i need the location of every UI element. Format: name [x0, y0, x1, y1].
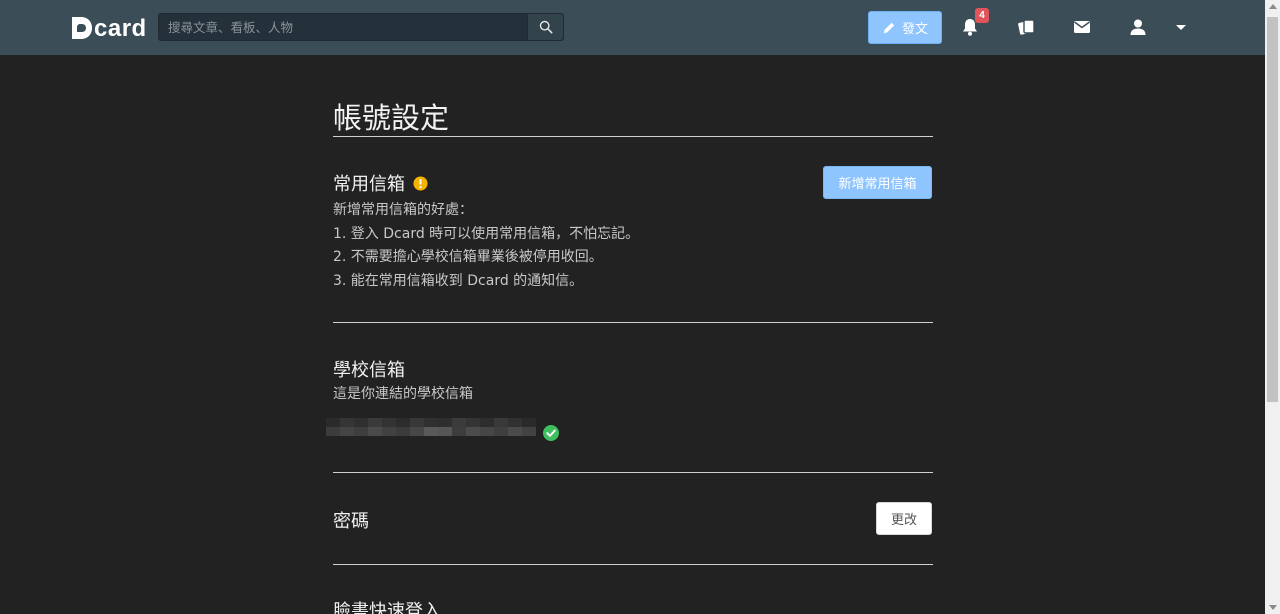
page-title: 帳號設定	[333, 101, 450, 135]
password-section-title: 密碼	[333, 507, 369, 533]
dcard-logo-mark	[70, 15, 94, 41]
title-divider	[333, 136, 933, 137]
pencil-icon	[883, 22, 895, 33]
facebook-login-section-title: 臉書快速登入	[333, 597, 441, 614]
caret-down-icon	[1176, 25, 1186, 30]
scroll-up-arrow-icon[interactable]	[1269, 4, 1277, 9]
school-email-title: 學校信箱	[333, 360, 405, 381]
section-divider	[333, 472, 933, 473]
warning-icon	[413, 175, 428, 191]
common-email-benefits: 新增常用信箱的好處： 1. 登入 Dcard 時可以使用常用信箱，不怕忘記。 2…	[333, 199, 639, 293]
common-email-section-title: 常用信箱	[333, 170, 428, 196]
messages-button[interactable]	[1071, 16, 1093, 38]
profile-button[interactable]	[1127, 16, 1149, 38]
search-icon	[539, 20, 552, 34]
page-scrollbar[interactable]	[1265, 0, 1280, 614]
search-button[interactable]	[527, 14, 563, 40]
benefit-item: 2. 不需要擔心學校信箱畢業後被停用收回。	[333, 249, 603, 265]
search-input[interactable]	[159, 14, 527, 40]
dcard-logo[interactable]: card	[70, 13, 147, 41]
common-email-title: 常用信箱	[333, 174, 405, 195]
add-common-email-button[interactable]: 新增常用信箱	[823, 166, 932, 199]
cards-icon	[1018, 19, 1035, 35]
school-email-description: 這是你連結的學校信箱	[333, 386, 473, 402]
change-password-button[interactable]: 更改	[876, 502, 932, 535]
notification-badge: 4	[975, 8, 989, 23]
verified-check-icon	[543, 425, 559, 441]
benefit-item: 1. 登入 Dcard 時可以使用常用信箱，不怕忘記。	[333, 225, 640, 242]
mail-icon	[1074, 21, 1090, 33]
password-title: 密碼	[333, 511, 369, 532]
cards-button[interactable]	[1015, 16, 1037, 38]
scroll-down-arrow-icon[interactable]	[1269, 605, 1277, 610]
section-divider	[333, 322, 933, 323]
post-button-label: 發文	[901, 22, 928, 37]
account-menu-toggle[interactable]	[1170, 16, 1192, 38]
account-settings-content: 帳號設定	[333, 100, 933, 136]
user-icon	[1130, 19, 1146, 35]
top-navbar: card 發文 4	[0, 0, 1265, 55]
facebook-login-title: 臉書快速登入	[333, 601, 441, 614]
post-button[interactable]: 發文	[868, 11, 942, 44]
benefit-item: 3. 能在常用信箱收到 Dcard 的通知信。	[333, 272, 584, 289]
logo-text: card	[94, 15, 147, 42]
masked-school-email	[326, 418, 536, 436]
search-box	[158, 13, 564, 41]
benefits-heading: 新增常用信箱的好處：	[333, 202, 473, 218]
school-email-section-title: 學校信箱	[333, 356, 405, 382]
section-divider	[333, 564, 933, 565]
scrollbar-thumb[interactable]	[1267, 17, 1278, 402]
